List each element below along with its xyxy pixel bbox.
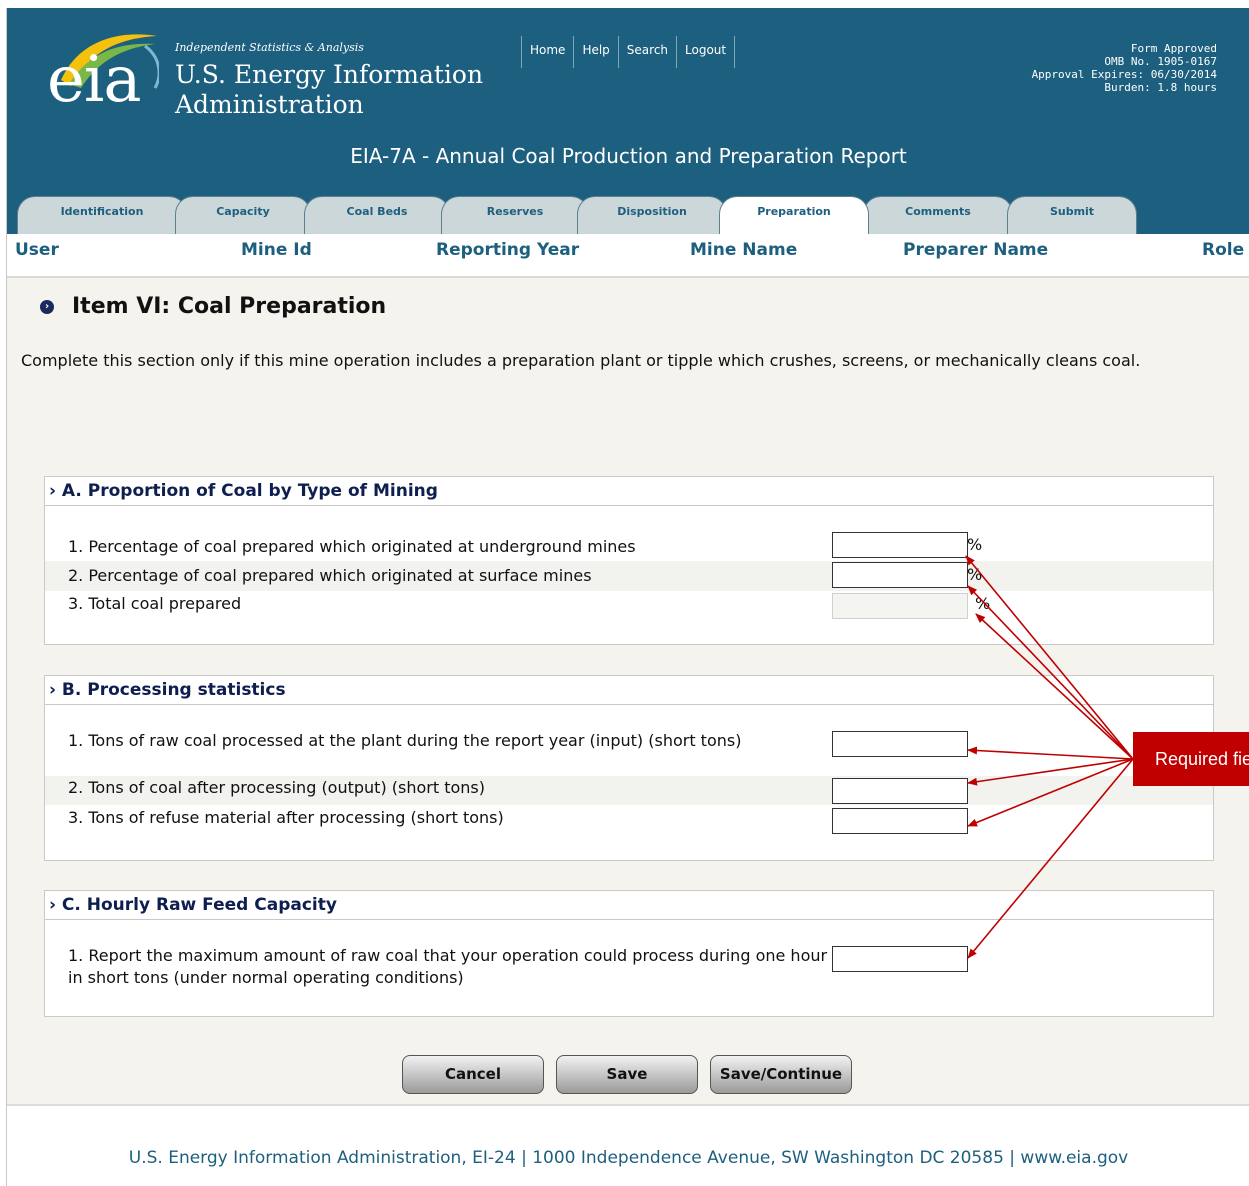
arrow-to-hourly-feed (967, 758, 1134, 959)
arrow-to-after-processing (967, 758, 1134, 786)
arrow-to-raw-coal (967, 746, 1134, 760)
required-fields-callout: Required fields (1133, 732, 1249, 786)
tab-preparation[interactable]: Preparation (719, 196, 869, 234)
arrow-to-total (975, 613, 1134, 760)
arrow-to-underground (965, 555, 1134, 760)
arrow-to-refuse (967, 758, 1134, 827)
callout-arrows (965, 555, 1134, 959)
arrow-to-surface (967, 585, 1134, 760)
